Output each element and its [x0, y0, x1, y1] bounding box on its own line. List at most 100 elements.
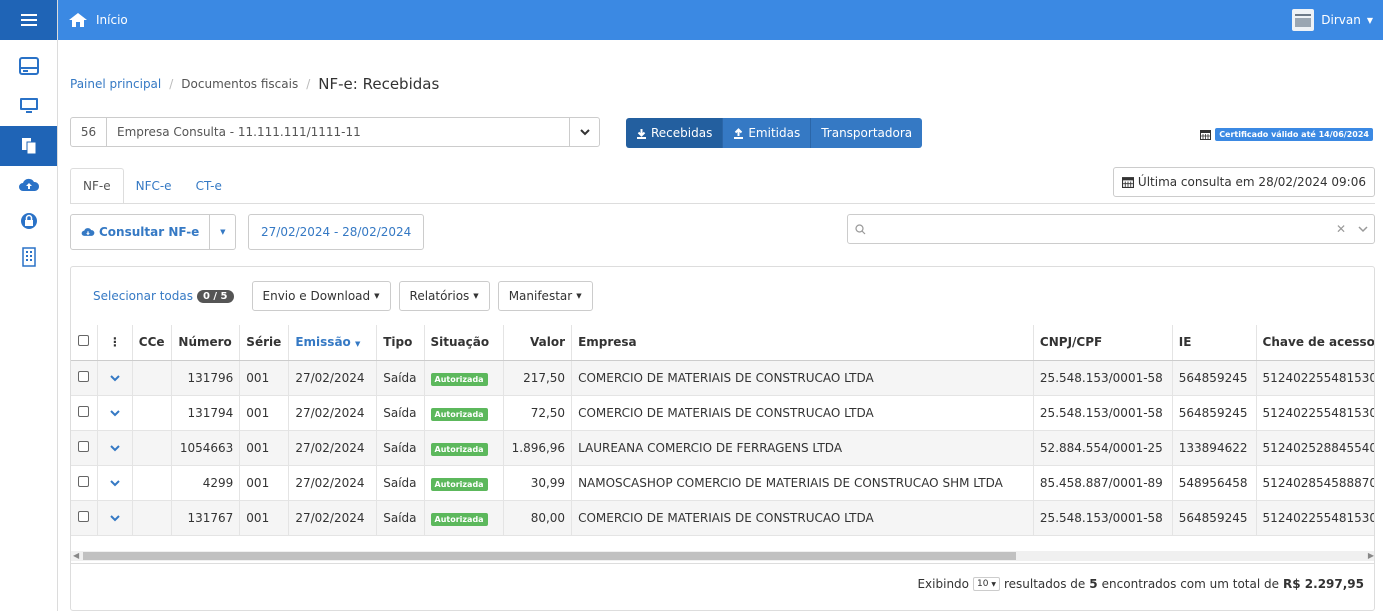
cell-serie: 001 [239, 395, 290, 431]
row-expand[interactable] [97, 500, 133, 536]
header-serie[interactable]: Série [239, 325, 290, 361]
cell-emissao: 27/02/2024 [288, 360, 378, 396]
row-checkbox[interactable] [71, 430, 99, 466]
cell-cnpj: 85.458.887/0001-89 [1033, 465, 1173, 501]
table-row[interactable]: 1054663 001 27/02/2024 Saída Autorizada … [71, 430, 1374, 466]
header-emissao[interactable]: Emissão ▼ [288, 325, 378, 361]
close-icon: ✕ [1335, 222, 1347, 236]
select-all-button[interactable]: Selecionar todas 0 / 5 [83, 289, 244, 303]
search-input[interactable] [872, 215, 1330, 243]
table-row[interactable]: 131796 001 27/02/2024 Saída Autorizada 2… [71, 360, 1374, 396]
row-expand[interactable] [97, 430, 133, 466]
certificate-status: Certificado válido até 14/06/2024 [1200, 128, 1373, 141]
cell-cnpj: 25.548.153/0001-58 [1033, 395, 1173, 431]
sort-desc-icon: ▼ [354, 340, 361, 349]
header-more[interactable]: ⋮ [97, 325, 133, 361]
header-checkbox[interactable] [71, 325, 99, 361]
header-cce[interactable]: CCe [132, 325, 173, 361]
tab-nfe[interactable]: NF-e [70, 168, 124, 204]
cloud-upload-icon [18, 178, 39, 191]
emitidas-button[interactable]: Emitidas [723, 118, 812, 148]
recebidas-button[interactable]: Recebidas [626, 118, 724, 148]
clear-search-button[interactable]: ✕ [1330, 222, 1352, 236]
header-numero[interactable]: Número [171, 325, 241, 361]
consultar-nfe-button[interactable]: Consultar NF-e [71, 215, 209, 249]
documents-icon [21, 138, 36, 155]
cell-valor: 30,99 [503, 465, 573, 501]
scroll-left-icon[interactable]: ◀ [73, 551, 79, 560]
cell-numero: 1054663 [171, 430, 241, 466]
manifestar-dropdown[interactable]: Manifestar ▼ [497, 281, 593, 311]
consultar-options-toggle[interactable]: ▼ [209, 215, 235, 249]
cell-emissao: 27/02/2024 [288, 465, 378, 501]
sidebar-item-cloud-upload[interactable] [0, 166, 57, 204]
table-row[interactable]: 131794 001 27/02/2024 Saída Autorizada 7… [71, 395, 1374, 431]
main-content: Painel principal / Documentos fiscais / … [58, 40, 1383, 611]
sidebar-item-monitor[interactable] [0, 86, 57, 126]
header-ie[interactable]: IE [1172, 325, 1257, 361]
row-expand[interactable] [97, 395, 133, 431]
chevron-down-icon [579, 129, 590, 136]
relatorios-dropdown[interactable]: Relatórios ▼ [398, 281, 490, 311]
row-checkbox[interactable] [71, 465, 99, 501]
header-valor[interactable]: Valor [503, 325, 573, 361]
status-badge: Autorizada [430, 372, 488, 386]
row-checkbox[interactable] [71, 360, 99, 396]
company-select[interactable]: 56 Empresa Consulta - 11.111.111/1111-11 [70, 117, 600, 147]
chevron-down-icon [110, 409, 120, 416]
chevron-down-icon [110, 514, 120, 521]
header-chave[interactable]: Chave de acesso [1256, 325, 1374, 361]
cell-cce [132, 465, 173, 501]
cell-valor: 72,50 [503, 395, 573, 431]
calendar-icon [1121, 177, 1134, 188]
horizontal-scrollbar[interactable]: ◀ ▶ [71, 551, 1374, 561]
header-situacao[interactable]: Situação [424, 325, 505, 361]
table-row[interactable]: 131767 001 27/02/2024 Saída Autorizada 8… [71, 500, 1374, 536]
menu-toggle-button[interactable] [0, 0, 57, 40]
sidebar-item-documents[interactable] [0, 126, 57, 166]
cell-numero: 131794 [171, 395, 241, 431]
sidebar-item-security[interactable] [0, 204, 57, 238]
search-icon [854, 223, 865, 234]
sidebar-item-building[interactable] [0, 238, 57, 276]
tab-cte[interactable]: CT-e [184, 168, 234, 204]
company-dropdown-toggle[interactable] [569, 118, 599, 146]
cell-chave: 5124022554815300015 [1256, 500, 1374, 536]
cell-emissao: 27/02/2024 [288, 500, 378, 536]
scroll-right-icon[interactable]: ▶ [1368, 551, 1374, 560]
row-expand[interactable] [97, 360, 133, 396]
row-checkbox[interactable] [71, 395, 99, 431]
upload-icon [734, 127, 744, 139]
date-range-picker[interactable]: 27/02/2024 - 28/02/2024 [248, 214, 425, 250]
last-query-button[interactable]: Última consulta em 28/02/2024 09:06 [1112, 167, 1375, 197]
cell-situacao: Autorizada [424, 500, 505, 536]
user-menu[interactable]: Dirvan ▼ [1291, 8, 1373, 32]
table-row[interactable]: 4299 001 27/02/2024 Saída Autorizada 30,… [71, 465, 1374, 501]
selection-count-badge: 0 / 5 [196, 289, 234, 303]
page-size-select[interactable]: 10 ▼ [973, 577, 1000, 591]
row-checkbox[interactable] [71, 500, 99, 536]
cell-situacao: Autorizada [424, 395, 505, 431]
header-empresa[interactable]: Empresa [571, 325, 1034, 361]
caret-down-icon: ▼ [473, 292, 479, 300]
header-tipo[interactable]: Tipo [376, 325, 425, 361]
search-options-toggle[interactable] [1352, 225, 1374, 233]
cell-empresa: NAMOSCASHOP COMERCIO DE MATERIAIS DE CON… [571, 465, 1034, 501]
status-badge: Autorizada [430, 477, 488, 491]
home-link[interactable]: Início [68, 12, 128, 28]
cell-situacao: Autorizada [424, 465, 505, 501]
cell-cce [132, 360, 173, 396]
cell-ie: 564859245 [1172, 500, 1257, 536]
row-expand[interactable] [97, 465, 133, 501]
header-cnpj[interactable]: CNPJ/CPF [1033, 325, 1173, 361]
tab-nfce[interactable]: NFC-e [124, 168, 184, 204]
sidebar-item-dashboard[interactable] [0, 46, 57, 86]
breadcrumb-painel[interactable]: Painel principal [70, 77, 161, 91]
cell-numero: 131796 [171, 360, 241, 396]
scrollbar-thumb[interactable] [83, 552, 1016, 560]
envio-download-dropdown[interactable]: Envio e Download ▼ [251, 281, 391, 311]
transportadora-button[interactable]: Transportadora [811, 118, 923, 148]
table-header-row: ⋮ CCe Número Série Emissão ▼ Tipo Situaç… [71, 325, 1374, 361]
breadcrumb-documentos[interactable]: Documentos fiscais [181, 77, 298, 91]
cell-empresa: COMERCIO DE MATERIAIS DE CONSTRUCAO LTDA [571, 500, 1034, 536]
